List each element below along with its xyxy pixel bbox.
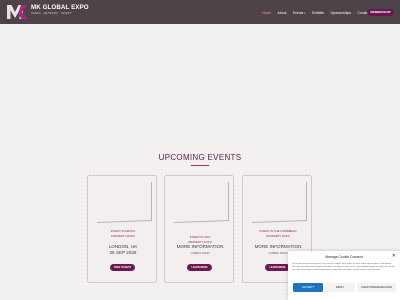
event-card-africa: INVEST IN AFRICA PROPERTY EXPO LONDON, U… xyxy=(87,175,157,283)
brand-name[interactable]: MK GLOBAL EXPO xyxy=(31,4,89,11)
nav-events-label: Events xyxy=(292,10,304,15)
title-underline xyxy=(191,165,209,167)
view-preferences-button[interactable]: VIEW PREFERENCES xyxy=(357,283,396,292)
section-title: UPCOMING EVENTS xyxy=(158,153,242,162)
event-image[interactable] xyxy=(252,182,307,223)
event-coming-soon: COMING SOON xyxy=(190,252,210,255)
free-tickets-button[interactable]: FREE TICKETS xyxy=(110,264,135,271)
membership-button[interactable]: MEMBERSHIP xyxy=(367,9,394,16)
site-header: MK GLOBAL EXPO LEARN · NETWORK · INVEST … xyxy=(0,0,400,24)
event-more-info: MORE INFORMATION xyxy=(254,244,302,249)
learn-more-button[interactable]: LEARN MORE xyxy=(265,264,290,271)
mk-logo-icon[interactable] xyxy=(6,3,28,20)
event-name: INVEST IN THE CARIBBEAN PROPERTY EXPO xyxy=(247,229,309,239)
accept-button[interactable]: ACCEPT xyxy=(293,283,323,292)
event-card-asia: INVEST IN ASIA PROPERTY EXPO MORE INFORM… xyxy=(164,175,234,283)
event-location: LONDON, UK xyxy=(108,244,138,249)
event-more-info: MORE INFORMATION xyxy=(176,244,224,249)
nav-home[interactable]: Home xyxy=(262,11,271,15)
event-name: INVEST IN AFRICA PROPERTY EXPO xyxy=(92,229,154,239)
nav-events[interactable]: Events ▾ xyxy=(293,11,306,15)
event-name-line2: PROPERTY EXPO xyxy=(111,233,135,238)
brand-tagline: LEARN · NETWORK · INVEST xyxy=(31,12,72,15)
consent-text: To provide the best experiences, we use … xyxy=(292,263,396,271)
event-image[interactable] xyxy=(174,182,229,223)
event-name-line2: PROPERTY EXPO xyxy=(266,233,290,238)
cookie-consent-dialog: Manage Cookie Consent ✕ To provide the b… xyxy=(288,251,400,300)
event-date: 25 SEP 2025 xyxy=(109,250,137,255)
consent-title: Manage Cookie Consent xyxy=(325,254,363,259)
nav-about[interactable]: About xyxy=(278,11,287,15)
nav-sponsorships[interactable]: Sponsorships xyxy=(330,11,351,15)
chevron-down-icon: ▾ xyxy=(304,11,306,15)
deny-button[interactable]: DENY xyxy=(325,283,355,292)
close-icon[interactable]: ✕ xyxy=(392,253,396,259)
event-image[interactable] xyxy=(97,182,152,223)
learn-more-button[interactable]: LEARN MORE xyxy=(187,264,212,271)
main-nav: Home About Events ▾ Exhibits Sponsorship… xyxy=(262,11,376,15)
nav-exhibits[interactable]: Exhibits xyxy=(312,11,324,15)
